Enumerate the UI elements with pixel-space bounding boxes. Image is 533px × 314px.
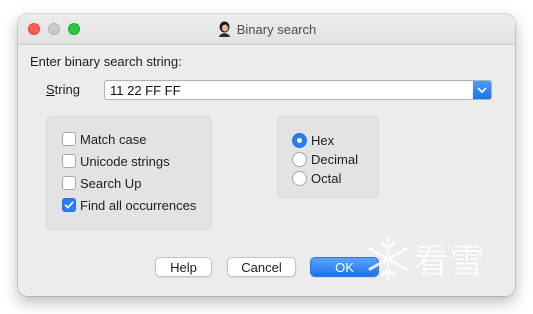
hex-radio[interactable] [292,132,307,148]
match-case-checkbox[interactable] [62,132,76,146]
search-options-group: Match case Unicode strings Search Up Fin… [46,116,212,230]
string-label-rest: tring [54,82,80,97]
help-button[interactable]: Help [155,257,212,277]
radix-options-group: Hex Decimal Octal [277,116,379,198]
history-dropdown-button[interactable] [473,81,491,99]
find-all-occurrences-option[interactable]: Find all occurrences [62,197,196,213]
decimal-radio[interactable] [292,151,307,167]
find-all-occurrences-label: Find all occurrences [80,197,197,213]
window-title-group: Binary search [18,14,515,44]
binary-search-dialog: Binary search Enter binary search string… [18,14,515,296]
unicode-strings-label: Unicode strings [80,153,170,169]
find-all-occurrences-checkbox[interactable] [62,198,76,212]
watermark: 看雪 [366,234,486,283]
match-case-label: Match case [80,131,147,147]
search-string-input[interactable] [105,81,471,99]
search-prompt-label: Enter binary search string: [30,54,182,69]
unicode-strings-checkbox[interactable] [62,154,76,168]
decimal-option[interactable]: Decimal [292,151,358,167]
title-bar[interactable]: Binary search [18,14,515,45]
decimal-label: Decimal [311,151,358,167]
search-up-label: Search Up [80,175,142,191]
octal-label: Octal [311,170,342,186]
string-label-accelerator: S [46,82,55,97]
octal-radio[interactable] [292,170,307,186]
snowflake-logo-icon [368,237,408,280]
watermark-text: 看雪 [414,242,486,282]
hex-label: Hex [311,132,335,148]
search-string-combobox[interactable] [104,80,492,100]
hex-option[interactable]: Hex [292,132,334,148]
search-up-option[interactable]: Search Up [62,175,141,191]
user-avatar-icon [217,21,232,37]
unicode-strings-option[interactable]: Unicode strings [62,153,170,169]
match-case-option[interactable]: Match case [62,131,146,147]
string-field-label: String [46,82,80,97]
chevron-down-icon [477,87,487,93]
window-title: Binary search [236,21,317,37]
cancel-button[interactable]: Cancel [227,257,296,277]
octal-option[interactable]: Octal [292,170,341,186]
checkmark-icon [64,201,74,209]
search-up-checkbox[interactable] [62,176,76,190]
